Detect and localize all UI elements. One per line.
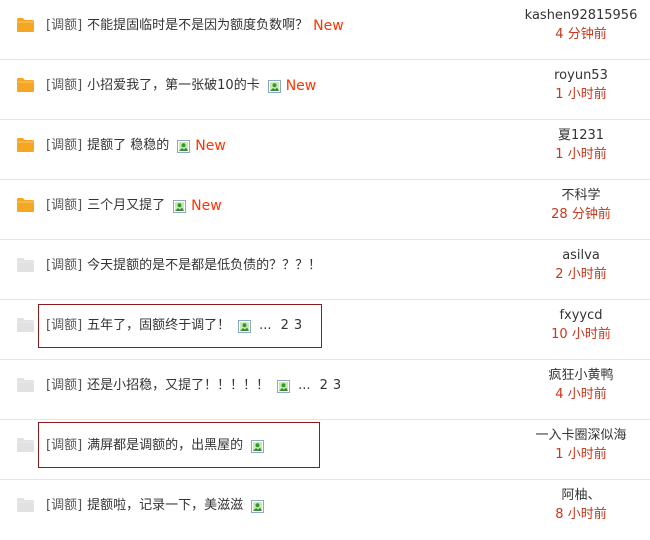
new-badge[interactable]: New (286, 76, 317, 96)
folder-icon (16, 317, 35, 333)
post-time: 4 小时前 (555, 387, 607, 402)
post-time: 4 分钟前 (555, 27, 607, 42)
page-link[interactable]: 2 (281, 318, 289, 333)
thread-list: [调额] 不能提固临时是不是因为额度负数啊？ New kashen92815956 4 … (0, 0, 650, 540)
post-time: 2 小时前 (555, 267, 607, 282)
thread-meta: 不科学 28 分钟前 (516, 186, 646, 224)
thread-row: [调额] 满屏都是调额的，出黑屋的 一入卡圈深似海 1 小时前 (0, 420, 650, 480)
image-attachment-icon (251, 439, 265, 453)
thread-title-box: [调额] 不能提固临时是不是因为额度负数啊？ New (46, 16, 344, 36)
thread-pagination: ... 2 3 (259, 316, 302, 336)
thread-title-link[interactable]: 不能提固临时是不是因为额度负数啊？ (87, 16, 308, 36)
image-attachment-icon (238, 319, 252, 333)
pagination-ellipsis: ... (298, 378, 311, 393)
post-time: 8 小时前 (555, 507, 607, 522)
thread-tag[interactable]: [调额] (46, 256, 82, 276)
thread-meta: 夏1231 1 小时前 (516, 126, 646, 164)
thread-meta: kashen92815956 4 分钟前 (516, 6, 646, 44)
thread-title-link[interactable]: 提额啦，记录一下，美滋滋 (87, 496, 243, 516)
author-link[interactable]: asilva (516, 246, 646, 265)
thread-title-link[interactable]: 小招爱我了，第一张破10的卡 (87, 76, 260, 96)
thread-pagination: ... 2 3 (298, 376, 341, 396)
thread-title-link[interactable]: 今天提额的是不是都是低负债的？？？！ (87, 256, 321, 276)
thread-row: [调额] 提额啦，记录一下，美滋滋 阿柚、 8 小时前 (0, 480, 650, 540)
thread-meta: royun53 1 小时前 (516, 66, 646, 104)
folder-icon (16, 497, 35, 513)
folder-icon (16, 377, 35, 393)
post-time: 1 小时前 (555, 87, 607, 102)
post-time: 10 小时前 (551, 327, 611, 342)
thread-title-link[interactable]: 满屏都是调额的，出黑屋的 (87, 436, 243, 456)
thread-title-box: [调额] 今天提额的是不是都是低负债的？？？！ (46, 256, 321, 276)
author-link[interactable]: kashen92815956 (516, 6, 646, 25)
image-attachment-icon (173, 199, 187, 213)
author-link[interactable]: 一入卡圈深似海 (516, 426, 646, 445)
thread-tag[interactable]: [调额] (46, 136, 82, 156)
thread-row: [调额] 不能提固临时是不是因为额度负数啊？ New kashen92815956 4 … (0, 0, 650, 60)
post-time: 1 小时前 (555, 147, 607, 162)
thread-title-box: [调额] 提额啦，记录一下，美滋滋 (46, 496, 265, 516)
new-badge[interactable]: New (195, 136, 226, 156)
page-link[interactable]: 3 (333, 378, 341, 393)
image-attachment-icon (177, 139, 191, 153)
thread-tag[interactable]: [调额] (46, 376, 82, 396)
page-link[interactable]: 3 (294, 318, 302, 333)
folder-icon (16, 257, 35, 273)
thread-row: [调额] 还是小招稳，又提了！！！！！... 2 3 疯狂小黄鸭 4 小时前 (0, 360, 650, 420)
thread-row: [调额] 今天提额的是不是都是低负债的？？？！ asilva 2 小时前 (0, 240, 650, 300)
image-attachment-icon (277, 379, 291, 393)
post-time: 1 小时前 (555, 447, 607, 462)
thread-tag[interactable]: [调额] (46, 16, 82, 36)
thread-title-box: [调额] 五年了，固额终于调了！... 2 3 (46, 316, 302, 336)
thread-tag[interactable]: [调额] (46, 196, 82, 216)
author-link[interactable]: 疯狂小黄鸭 (516, 366, 646, 385)
thread-title-box: [调额] 还是小招稳，又提了！！！！！... 2 3 (46, 376, 341, 396)
folder-icon (16, 137, 35, 153)
thread-title-link[interactable]: 提额了 稳稳的 (87, 136, 169, 156)
thread-tag[interactable]: [调额] (46, 496, 82, 516)
thread-row: [调额] 提额了 稳稳的 New 夏1231 1 小时前 (0, 120, 650, 180)
author-link[interactable]: royun53 (516, 66, 646, 85)
thread-meta: 一入卡圈深似海 1 小时前 (516, 426, 646, 464)
thread-meta: fxyycd 10 小时前 (516, 306, 646, 344)
author-link[interactable]: 夏1231 (516, 126, 646, 145)
new-badge[interactable]: New (313, 16, 344, 36)
image-attachment-icon (267, 79, 281, 93)
page-link[interactable]: 2 (320, 378, 328, 393)
thread-row: [调额] 三个月又提了 New 不科学 28 分钟前 (0, 180, 650, 240)
thread-title-box: [调额] 小招爱我了，第一张破10的卡 New (46, 76, 316, 96)
thread-title-link[interactable]: 三个月又提了 (87, 196, 165, 216)
thread-meta: asilva 2 小时前 (516, 246, 646, 284)
thread-title-link[interactable]: 还是小招稳，又提了！！！！！ (87, 376, 269, 396)
pagination-ellipsis: ... (259, 318, 272, 333)
author-link[interactable]: fxyycd (516, 306, 646, 325)
author-link[interactable]: 不科学 (516, 186, 646, 205)
folder-icon (16, 437, 35, 453)
thread-tag[interactable]: [调额] (46, 436, 82, 456)
thread-title-box: [调额] 满屏都是调额的，出黑屋的 (46, 436, 265, 456)
post-time: 28 分钟前 (551, 207, 611, 222)
thread-tag[interactable]: [调额] (46, 76, 82, 96)
folder-icon (16, 17, 35, 33)
author-link[interactable]: 阿柚、 (516, 486, 646, 505)
folder-icon (16, 77, 35, 93)
thread-meta: 阿柚、 8 小时前 (516, 486, 646, 524)
thread-title-box: [调额] 三个月又提了 New (46, 196, 222, 216)
thread-meta: 疯狂小黄鸭 4 小时前 (516, 366, 646, 404)
thread-title-link[interactable]: 五年了，固额终于调了！ (87, 316, 230, 336)
thread-title-box: [调额] 提额了 稳稳的 New (46, 136, 226, 156)
image-attachment-icon (251, 499, 265, 513)
thread-row: [调额] 五年了，固额终于调了！... 2 3 fxyycd 10 小时前 (0, 300, 650, 360)
new-badge[interactable]: New (191, 196, 222, 216)
thread-tag[interactable]: [调额] (46, 316, 82, 336)
thread-row: [调额] 小招爱我了，第一张破10的卡 New royun53 1 小时前 (0, 60, 650, 120)
folder-icon (16, 197, 35, 213)
